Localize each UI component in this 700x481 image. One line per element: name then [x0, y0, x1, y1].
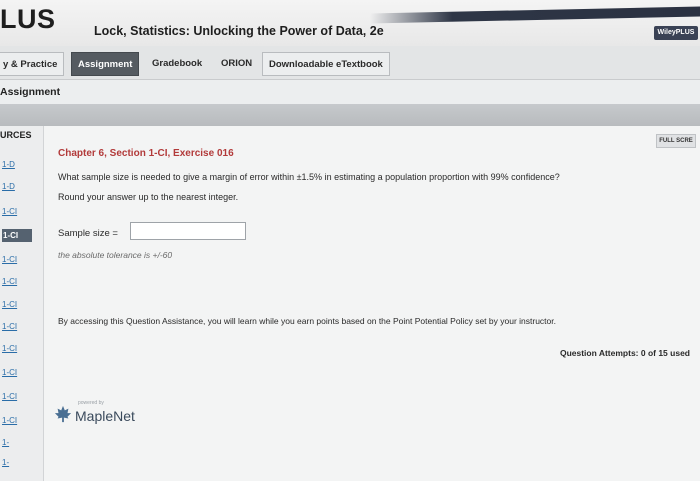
- maplenet-logo: powered by MapleNet: [54, 400, 135, 426]
- brand-logo: LUS: [0, 4, 56, 34]
- header-stripe: [370, 6, 700, 24]
- sample-size-input[interactable]: [130, 222, 246, 240]
- sidebar-heading: URCES: [0, 130, 32, 140]
- tolerance-note: the absolute tolerance is +/-60: [58, 250, 173, 260]
- sidebar-item[interactable]: 1-: [2, 456, 32, 469]
- question-attempts: Question Attempts: 0 of 15 used: [559, 348, 690, 358]
- sidebar-item[interactable]: 1-CI: [2, 253, 32, 266]
- question-text: What sample size is needed to give a mar…: [58, 172, 560, 182]
- maple-leaf-icon: [54, 405, 72, 423]
- full-screen-button[interactable]: FULL SCRE: [656, 134, 696, 148]
- sample-size-label: Sample size =: [58, 228, 118, 239]
- sidebar-item[interactable]: 1-CI: [2, 366, 32, 379]
- sidebar-item[interactable]: 1-: [2, 436, 32, 449]
- sidebar-item[interactable]: 1-CI: [2, 205, 32, 218]
- exercise-title: Chapter 6, Section 1-CI, Exercise 016: [58, 148, 234, 159]
- sidebar-item[interactable]: 1-D: [2, 180, 32, 193]
- maple-powered-by: powered by: [78, 400, 104, 406]
- wiley-plus-badge[interactable]: WileyPLUS: [654, 26, 698, 40]
- sidebar-item[interactable]: 1-CI: [2, 390, 32, 403]
- divider-band: [0, 104, 700, 126]
- tab-assignment[interactable]: Assignment: [71, 52, 140, 76]
- sidebar-item[interactable]: 1-CI: [2, 298, 32, 311]
- tab-etextbook[interactable]: Downloadable eTextbook: [262, 52, 390, 76]
- sidebar-item[interactable]: 1-CI: [2, 275, 32, 288]
- tab-study-practice[interactable]: y & Practice: [0, 52, 65, 76]
- tab-orion[interactable]: ORION: [215, 52, 258, 76]
- maplenet-name: MapleNet: [75, 408, 135, 424]
- book-title: Lock, Statistics: Unlocking the Power of…: [94, 24, 384, 38]
- tab-gradebook[interactable]: Gradebook: [146, 52, 208, 76]
- sidebar-item[interactable]: 1-CI: [2, 414, 32, 427]
- sidebar-item[interactable]: 1-D: [2, 158, 32, 171]
- sidebar-item[interactable]: 1-CI: [2, 342, 32, 355]
- instruction-text: Round your answer up to the nearest inte…: [58, 192, 239, 202]
- resources-sidebar: URCES 1-D 1-D 1-CI 1-CI 1-CI 1-CI 1-CI 1…: [0, 126, 44, 481]
- sidebar-item-current[interactable]: 1-CI: [2, 229, 32, 242]
- assignment-label: Assignment: [0, 86, 61, 98]
- main-nav: y & Practice Assignment Gradebook ORION …: [0, 46, 700, 80]
- question-assistance-text: By accessing this Question Assistance, y…: [58, 316, 556, 326]
- assignment-bar: Assignment: [0, 80, 700, 104]
- app-header: LUS Lock, Statistics: Unlocking the Powe…: [0, 0, 700, 46]
- question-panel: FULL SCRE Chapter 6, Section 1-CI, Exerc…: [44, 126, 700, 481]
- sidebar-item[interactable]: 1-CI: [2, 320, 32, 333]
